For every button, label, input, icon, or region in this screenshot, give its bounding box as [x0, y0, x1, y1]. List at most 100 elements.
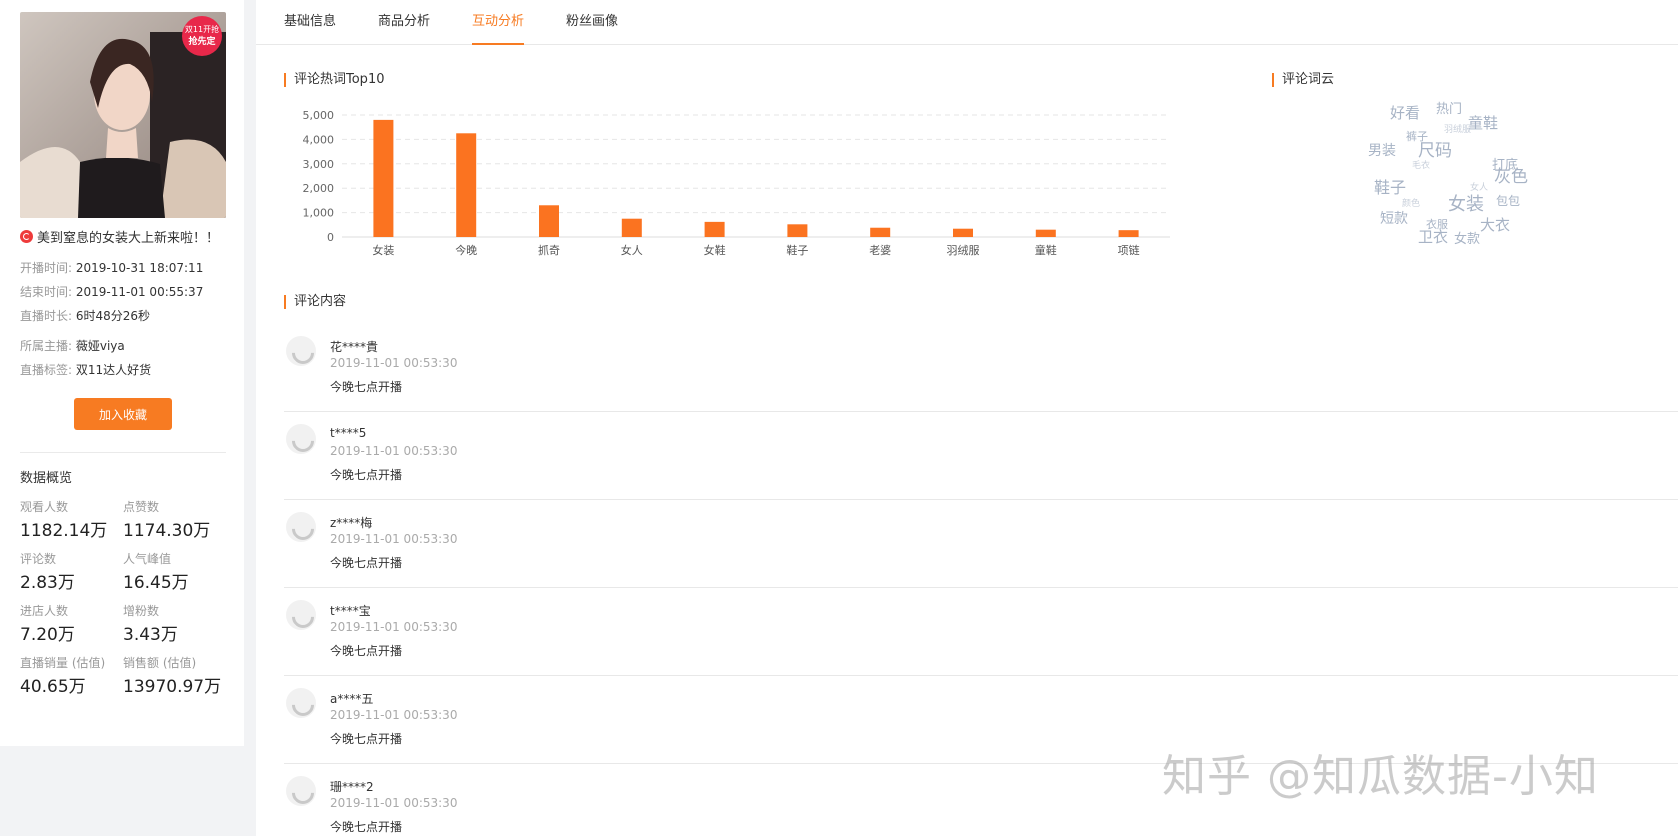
hotwords-section-title: 评论热词Top10 — [284, 73, 384, 87]
tab-bar: 基础信息 商品分析 互动分析 粉丝画像 — [256, 0, 1678, 45]
bar-项链 — [1118, 230, 1139, 237]
wordcloud-word: 羽绒服 — [1444, 125, 1472, 135]
comment-text: 今晚七点开播 — [330, 820, 403, 834]
x-tick-label: 老婆 — [869, 244, 891, 257]
overview-stat-label: 进店人数 — [20, 604, 69, 618]
comment-text: 今晚七点开播 — [330, 732, 403, 746]
x-tick-label: 女装 — [372, 243, 394, 257]
wordcloud-word: 衣服 — [1426, 218, 1448, 231]
bar-老婆 — [870, 227, 891, 237]
overview-stat-value: 3.43万 — [123, 625, 178, 645]
comment-timestamp: 2019-11-01 00:53:30 — [330, 708, 458, 722]
wordcloud-word: 大衣 — [1480, 216, 1511, 234]
overview-stats: 观看人数 1182.14万 点赞数 1174.30万 评论数 2.83万 人气峰值 16.45… — [20, 494, 226, 702]
user-avatar — [286, 512, 316, 542]
start-time-label: 开播时间: — [20, 261, 73, 275]
comment-item: 花****貴 2019-11-01 00:53:30 今晚七点开播 — [284, 324, 1678, 412]
comment-timestamp: 2019-11-01 00:53:30 — [330, 444, 458, 458]
hotwords-bar-chart: 0 1,000 2,000 3,000 4,000 5,000 女装 今晚 抓奇 女人 女鞋 鞋子 老婆… — [303, 109, 1170, 257]
overview-stat-value: 1174.30万 — [123, 521, 211, 541]
comment-username: 花****貴 — [330, 340, 379, 354]
wordcloud-word: 鞋子 — [1374, 178, 1407, 197]
bar-今晚 — [456, 133, 477, 237]
end-time-value: 2019-11-01 00:55:37 — [75, 285, 204, 299]
comment-item: z****梅 2019-11-01 00:53:30 今晚七点开播 — [284, 500, 1678, 588]
overview-stat: 进店人数 7.20万 — [20, 598, 123, 650]
overview-stat-label: 观看人数 — [20, 500, 69, 514]
comment-text: 今晚七点开播 — [330, 556, 403, 570]
start-time-row: 开播时间: 2019-10-31 18:07:11 — [20, 256, 226, 280]
user-avatar — [286, 336, 316, 366]
wordcloud-word: 包包 — [1496, 194, 1521, 208]
wordcloud-word: 女款 — [1454, 232, 1481, 247]
overview-stat: 点赞数 1174.30万 — [123, 494, 226, 546]
comment-timestamp: 2019-11-01 00:53:30 — [330, 796, 458, 810]
wordcloud-word: 男装 — [1368, 143, 1396, 159]
comment-wordcloud: 好看 热门 童鞋 裤子 尺码 男装 打底 灰色 鞋子 女装 包包 短款 大衣 卫衣 衣服 女款 毛衣 羽绒服 颜色女… — [1336, 96, 1576, 276]
stream-title-text: 美到窒息的女装大上新来啦！！ — [37, 231, 220, 246]
overview-stat: 销售额 (估值) 13970.97万 — [123, 650, 226, 702]
overview-stat: 增粉数 3.43万 — [123, 598, 226, 650]
y-tick-label: 2,000 — [303, 182, 335, 195]
wordcloud-word: 颜色 — [1402, 199, 1421, 209]
overview-stat-label: 增粉数 — [123, 604, 160, 618]
bar-女装 — [373, 119, 394, 237]
overview-stat: 人气峰值 16.45万 — [123, 546, 226, 598]
comment-text: 今晚七点开播 — [330, 468, 403, 482]
comment-item: t****5 2019-11-01 00:53:30 今晚七点开播 — [284, 412, 1678, 500]
stream-cover-image[interactable]: 双11开抢 抢先定 — [20, 12, 226, 218]
overview-stat-label: 点赞数 — [123, 500, 160, 514]
comment-text: 今晚七点开播 — [330, 644, 403, 658]
overview-stat-label: 销售额 (估值) — [123, 656, 197, 670]
duration-row: 直播时长: 6时48分26秒 — [20, 304, 226, 328]
stream-info-panel: 双11开抢 抢先定 美到窒息的女装大上新来啦！！ 开播时间: 2019-10-3… — [0, 0, 244, 746]
panel-divider — [20, 452, 226, 453]
wordcloud-word: 好看 — [1390, 104, 1421, 122]
host-label: 所属主播: — [20, 339, 73, 353]
y-tick-label: 5,000 — [303, 109, 335, 122]
tab-product-analysis[interactable]: 商品分析 — [378, 0, 430, 45]
tab-fan-profile[interactable]: 粉丝画像 — [566, 0, 618, 45]
main-content: 基础信息 商品分析 互动分析 粉丝画像 评论热词Top10 评论词云 0 1,00… — [256, 0, 1678, 836]
comment-item: t****宝 2019-11-01 00:53:30 今晚七点开播 — [284, 588, 1678, 676]
comment-username: t****宝 — [330, 604, 371, 618]
wordcloud-word: 灰色 — [1494, 167, 1528, 187]
promo-badge-line2: 抢先定 — [188, 37, 216, 47]
user-avatar — [286, 424, 316, 454]
overview-stat-label: 直播销量 (估值) — [20, 656, 106, 670]
y-tick-label: 1,000 — [303, 207, 335, 220]
tag-value: 双11达人好货 — [75, 363, 152, 377]
comment-username: a****五 — [330, 692, 374, 706]
host-value[interactable]: 薇娅viya — [76, 339, 125, 353]
bar-羽绒服 — [953, 228, 973, 237]
x-tick-label: 项链 — [1118, 243, 1140, 257]
tag-label: 直播标签: — [20, 363, 73, 377]
wordcloud-section-title: 评论词云 — [1272, 73, 1334, 87]
comment-timestamp: 2019-11-01 00:53:30 — [330, 532, 458, 546]
tab-interaction-analysis[interactable]: 互动分析 — [472, 0, 525, 45]
tag-row: 直播标签: 双11达人好货 — [20, 358, 226, 382]
host-row: 所属主播: 薇娅viya — [20, 334, 226, 358]
promo-badge-line1: 双11开抢 — [184, 25, 220, 34]
wordcloud-word: 毛衣 — [1412, 161, 1431, 171]
comment-timestamp: 2019-11-01 00:53:30 — [330, 356, 458, 370]
wordcloud-word: 热门 — [1436, 102, 1463, 117]
overview-stat-label: 评论数 — [20, 552, 57, 566]
end-time-label: 结束时间: — [20, 285, 73, 299]
overview-stat-value: 1182.14万 — [20, 521, 108, 541]
add-to-favorites-button[interactable]: 加入收藏 — [74, 398, 172, 430]
watermark-text: 知乎 @知瓜数据-小知 — [1162, 751, 1599, 802]
comment-username: 珊****2 — [330, 780, 374, 794]
x-tick-label: 女鞋 — [704, 243, 726, 257]
x-tick-label: 抓奇 — [538, 243, 560, 257]
overview-title: 数据概览 — [20, 471, 73, 486]
bar-鞋子 — [787, 224, 808, 237]
bar-女人 — [621, 218, 642, 237]
y-tick-label: 0 — [327, 231, 334, 244]
wordcloud-word: 女人 — [1470, 183, 1489, 193]
bar-童鞋 — [1035, 229, 1056, 237]
y-tick-label: 4,000 — [303, 133, 335, 146]
start-time-value: 2019-10-31 18:07:11 — [75, 261, 204, 275]
overview-stat-value: 13970.97万 — [123, 677, 222, 697]
tab-basic-info[interactable]: 基础信息 — [284, 0, 336, 45]
